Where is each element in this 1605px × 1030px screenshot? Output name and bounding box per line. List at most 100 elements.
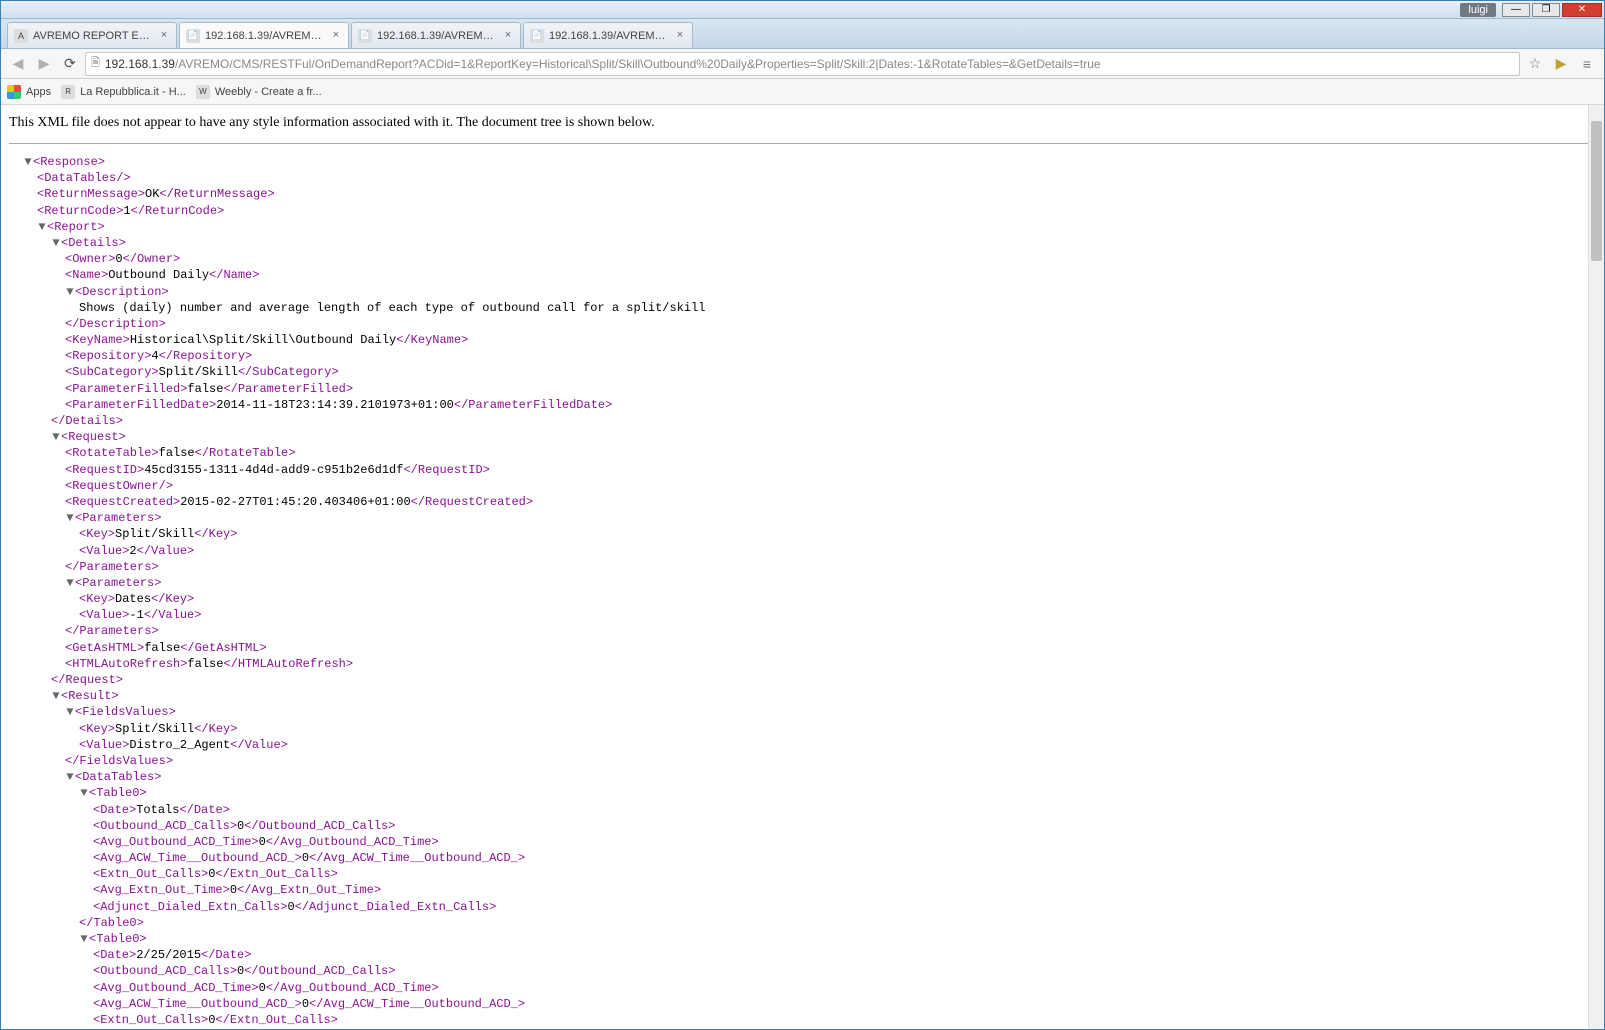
xml-line: <Avg_Extn_Out_Time>0</Avg_Extn_Out_Time> — [9, 882, 1596, 898]
extension-icon[interactable]: ▶ — [1550, 53, 1572, 75]
xml-line: <RotateTable>false</RotateTable> — [9, 445, 1596, 461]
browser-tab[interactable]: 📄 192.168.1.39/AVREMO/C × — [179, 22, 349, 48]
tabstrip: A AVREMO REPORT EXPLO × 📄 192.168.1.39/A… — [1, 19, 1604, 49]
xml-toggle-icon[interactable]: ▼ — [65, 510, 75, 526]
xml-line: <Name>Outbound Daily</Name> — [9, 267, 1596, 283]
xml-toggle-icon[interactable]: ▼ — [65, 284, 75, 300]
xml-toggle-icon[interactable]: ▼ — [23, 154, 33, 170]
xml-line: <Extn_Out_Calls>0</Extn_Out_Calls> — [9, 1012, 1596, 1028]
xml-line: ▼<Request> — [9, 429, 1596, 445]
xml-line: </Parameters> — [9, 559, 1596, 575]
minimize-button[interactable]: — — [1502, 3, 1530, 17]
xml-line: </Description> — [9, 316, 1596, 332]
scrollbar-thumb[interactable] — [1591, 121, 1602, 261]
address-bar[interactable]: 🗎 192.168.1.39 /AVREMO/CMS/RESTFul/OnDem… — [85, 52, 1520, 76]
xml-toggle-icon[interactable]: ▼ — [51, 235, 61, 251]
xml-line: <ParameterFilled>false</ParameterFilled> — [9, 381, 1596, 397]
xml-line: <ReturnCode>1</ReturnCode> — [9, 203, 1596, 219]
xml-line: </Parameters> — [9, 623, 1596, 639]
url-host: 192.168.1.39 — [105, 57, 175, 71]
xml-toggle-icon[interactable]: ▼ — [51, 688, 61, 704]
xml-line: <Key>Split/Skill</Key> — [9, 721, 1596, 737]
forward-button[interactable]: ▶ — [33, 53, 55, 75]
tab-close-icon[interactable]: × — [674, 30, 686, 42]
bookmark-item[interactable]: R La Repubblica.it - H... — [61, 85, 186, 99]
apps-label: Apps — [26, 86, 51, 98]
bookmark-item[interactable]: W Weebly - Create a fr... — [196, 85, 322, 99]
xml-line: ▼<Parameters> — [9, 510, 1596, 526]
xml-line: <RequestCreated>2015-02-27T01:45:20.4034… — [9, 494, 1596, 510]
xml-line: <Value>2</Value> — [9, 543, 1596, 559]
xml-line: <Extn_Out_Calls>0</Extn_Out_Calls> — [9, 866, 1596, 882]
xml-line: <Owner>0</Owner> — [9, 251, 1596, 267]
bookmark-favicon-icon: W — [196, 85, 210, 99]
xml-toggle-icon[interactable]: ▼ — [51, 429, 61, 445]
xml-line: <SubCategory>Split/Skill</SubCategory> — [9, 364, 1596, 380]
xml-toggle-icon[interactable]: ▼ — [79, 785, 89, 801]
titlebar: luigi — ❐ ✕ — [1, 1, 1604, 19]
url-path: /AVREMO/CMS/RESTFul/OnDemandReport?ACDid… — [175, 57, 1101, 71]
bookmarks-bar: Apps R La Repubblica.it - H... W Weebly … — [1, 79, 1604, 105]
xml-line: <Date>Totals</Date> — [9, 802, 1596, 818]
tab-close-icon[interactable]: × — [330, 30, 342, 42]
tab-title: 192.168.1.39/AVREMO/CN — [377, 30, 498, 42]
browser-window: luigi — ❐ ✕ A AVREMO REPORT EXPLO × 📄 19… — [0, 0, 1605, 1030]
xml-toggle-icon[interactable]: ▼ — [65, 575, 75, 591]
xml-line: <HTMLAutoRefresh>false</HTMLAutoRefresh> — [9, 656, 1596, 672]
xml-tree: ▼<Response><DataTables/><ReturnMessage>O… — [9, 154, 1596, 1029]
menu-icon[interactable]: ≡ — [1576, 53, 1598, 75]
xml-line: </FieldsValues> — [9, 753, 1596, 769]
reload-button[interactable]: ⟳ — [59, 53, 81, 75]
xml-line: ▼<Table0> — [9, 931, 1596, 947]
xml-line: <Outbound_ACD_Calls>0</Outbound_ACD_Call… — [9, 963, 1596, 979]
browser-tab[interactable]: 📄 192.168.1.39/AVREMO/CN × — [523, 22, 693, 48]
apps-icon — [7, 85, 21, 99]
xml-toggle-icon[interactable]: ▼ — [79, 931, 89, 947]
maximize-button[interactable]: ❐ — [1532, 3, 1560, 17]
user-chip[interactable]: luigi — [1460, 3, 1496, 17]
xml-line: <RequestOwner/> — [9, 478, 1596, 494]
xml-line: ▼<Report> — [9, 219, 1596, 235]
browser-tab[interactable]: A AVREMO REPORT EXPLO × — [7, 22, 177, 48]
window-buttons: — ❐ ✕ — [1502, 3, 1602, 17]
xml-line: <Avg_ACW_Time__Outbound_ACD_>0</Avg_ACW_… — [9, 850, 1596, 866]
bookmark-star-icon[interactable]: ☆ — [1524, 53, 1546, 75]
xml-line: <KeyName>Historical\Split/Skill\Outbound… — [9, 332, 1596, 348]
tab-close-icon[interactable]: × — [502, 30, 514, 42]
xml-line: ▼<Table0> — [9, 785, 1596, 801]
xml-line: <Adjunct_Dialed_Extn_Calls>0</Adjunct_Di… — [9, 899, 1596, 915]
xml-toggle-icon[interactable]: ▼ — [65, 704, 75, 720]
xml-line: </Table0> — [9, 915, 1596, 931]
xml-toggle-icon[interactable]: ▼ — [65, 769, 75, 785]
tab-title: 192.168.1.39/AVREMO/C — [205, 30, 326, 42]
bookmark-favicon-icon: R — [61, 85, 75, 99]
browser-tab[interactable]: 📄 192.168.1.39/AVREMO/CN × — [351, 22, 521, 48]
xml-line: ▼<Response> — [9, 154, 1596, 170]
xml-line: <Avg_Outbound_ACD_Time>0</Avg_Outbound_A… — [9, 980, 1596, 996]
xml-line: <ReturnMessage>OK</ReturnMessage> — [9, 186, 1596, 202]
xml-toggle-icon[interactable]: ▼ — [37, 219, 47, 235]
tab-favicon-icon: 📄 — [186, 29, 200, 43]
xml-line: <Key>Split/Skill</Key> — [9, 526, 1596, 542]
vertical-scrollbar[interactable] — [1588, 105, 1604, 1029]
xml-line: <Key>Dates</Key> — [9, 591, 1596, 607]
xml-line: <Value>Distro_2_Agent</Value> — [9, 737, 1596, 753]
xml-line: ▼<Description> — [9, 284, 1596, 300]
xml-line: <GetAsHTML>false</GetAsHTML> — [9, 640, 1596, 656]
xml-line: <Repository>4</Repository> — [9, 348, 1596, 364]
xml-line: ▼<Result> — [9, 688, 1596, 704]
xml-line: <Avg_ACW_Time__Outbound_ACD_>0</Avg_ACW_… — [9, 996, 1596, 1012]
apps-button[interactable]: Apps — [7, 85, 51, 99]
close-button[interactable]: ✕ — [1562, 3, 1602, 17]
content-area: This XML file does not appear to have an… — [1, 105, 1604, 1029]
toolbar: ◀ ▶ ⟳ 🗎 192.168.1.39 /AVREMO/CMS/RESTFul… — [1, 49, 1604, 79]
tab-title: AVREMO REPORT EXPLO — [33, 30, 154, 42]
tab-favicon-icon: 📄 — [358, 29, 372, 43]
back-button[interactable]: ◀ — [7, 53, 29, 75]
xml-line: <Date>2/25/2015</Date> — [9, 947, 1596, 963]
xml-line: <Avg_Outbound_ACD_Time>0</Avg_Outbound_A… — [9, 834, 1596, 850]
bookmark-label: Weebly - Create a fr... — [215, 86, 322, 98]
tab-close-icon[interactable]: × — [158, 30, 170, 42]
xml-line: <RequestID>45cd3155-1311-4d4d-add9-c951b… — [9, 462, 1596, 478]
xml-line: Shows (daily) number and average length … — [9, 300, 1596, 316]
